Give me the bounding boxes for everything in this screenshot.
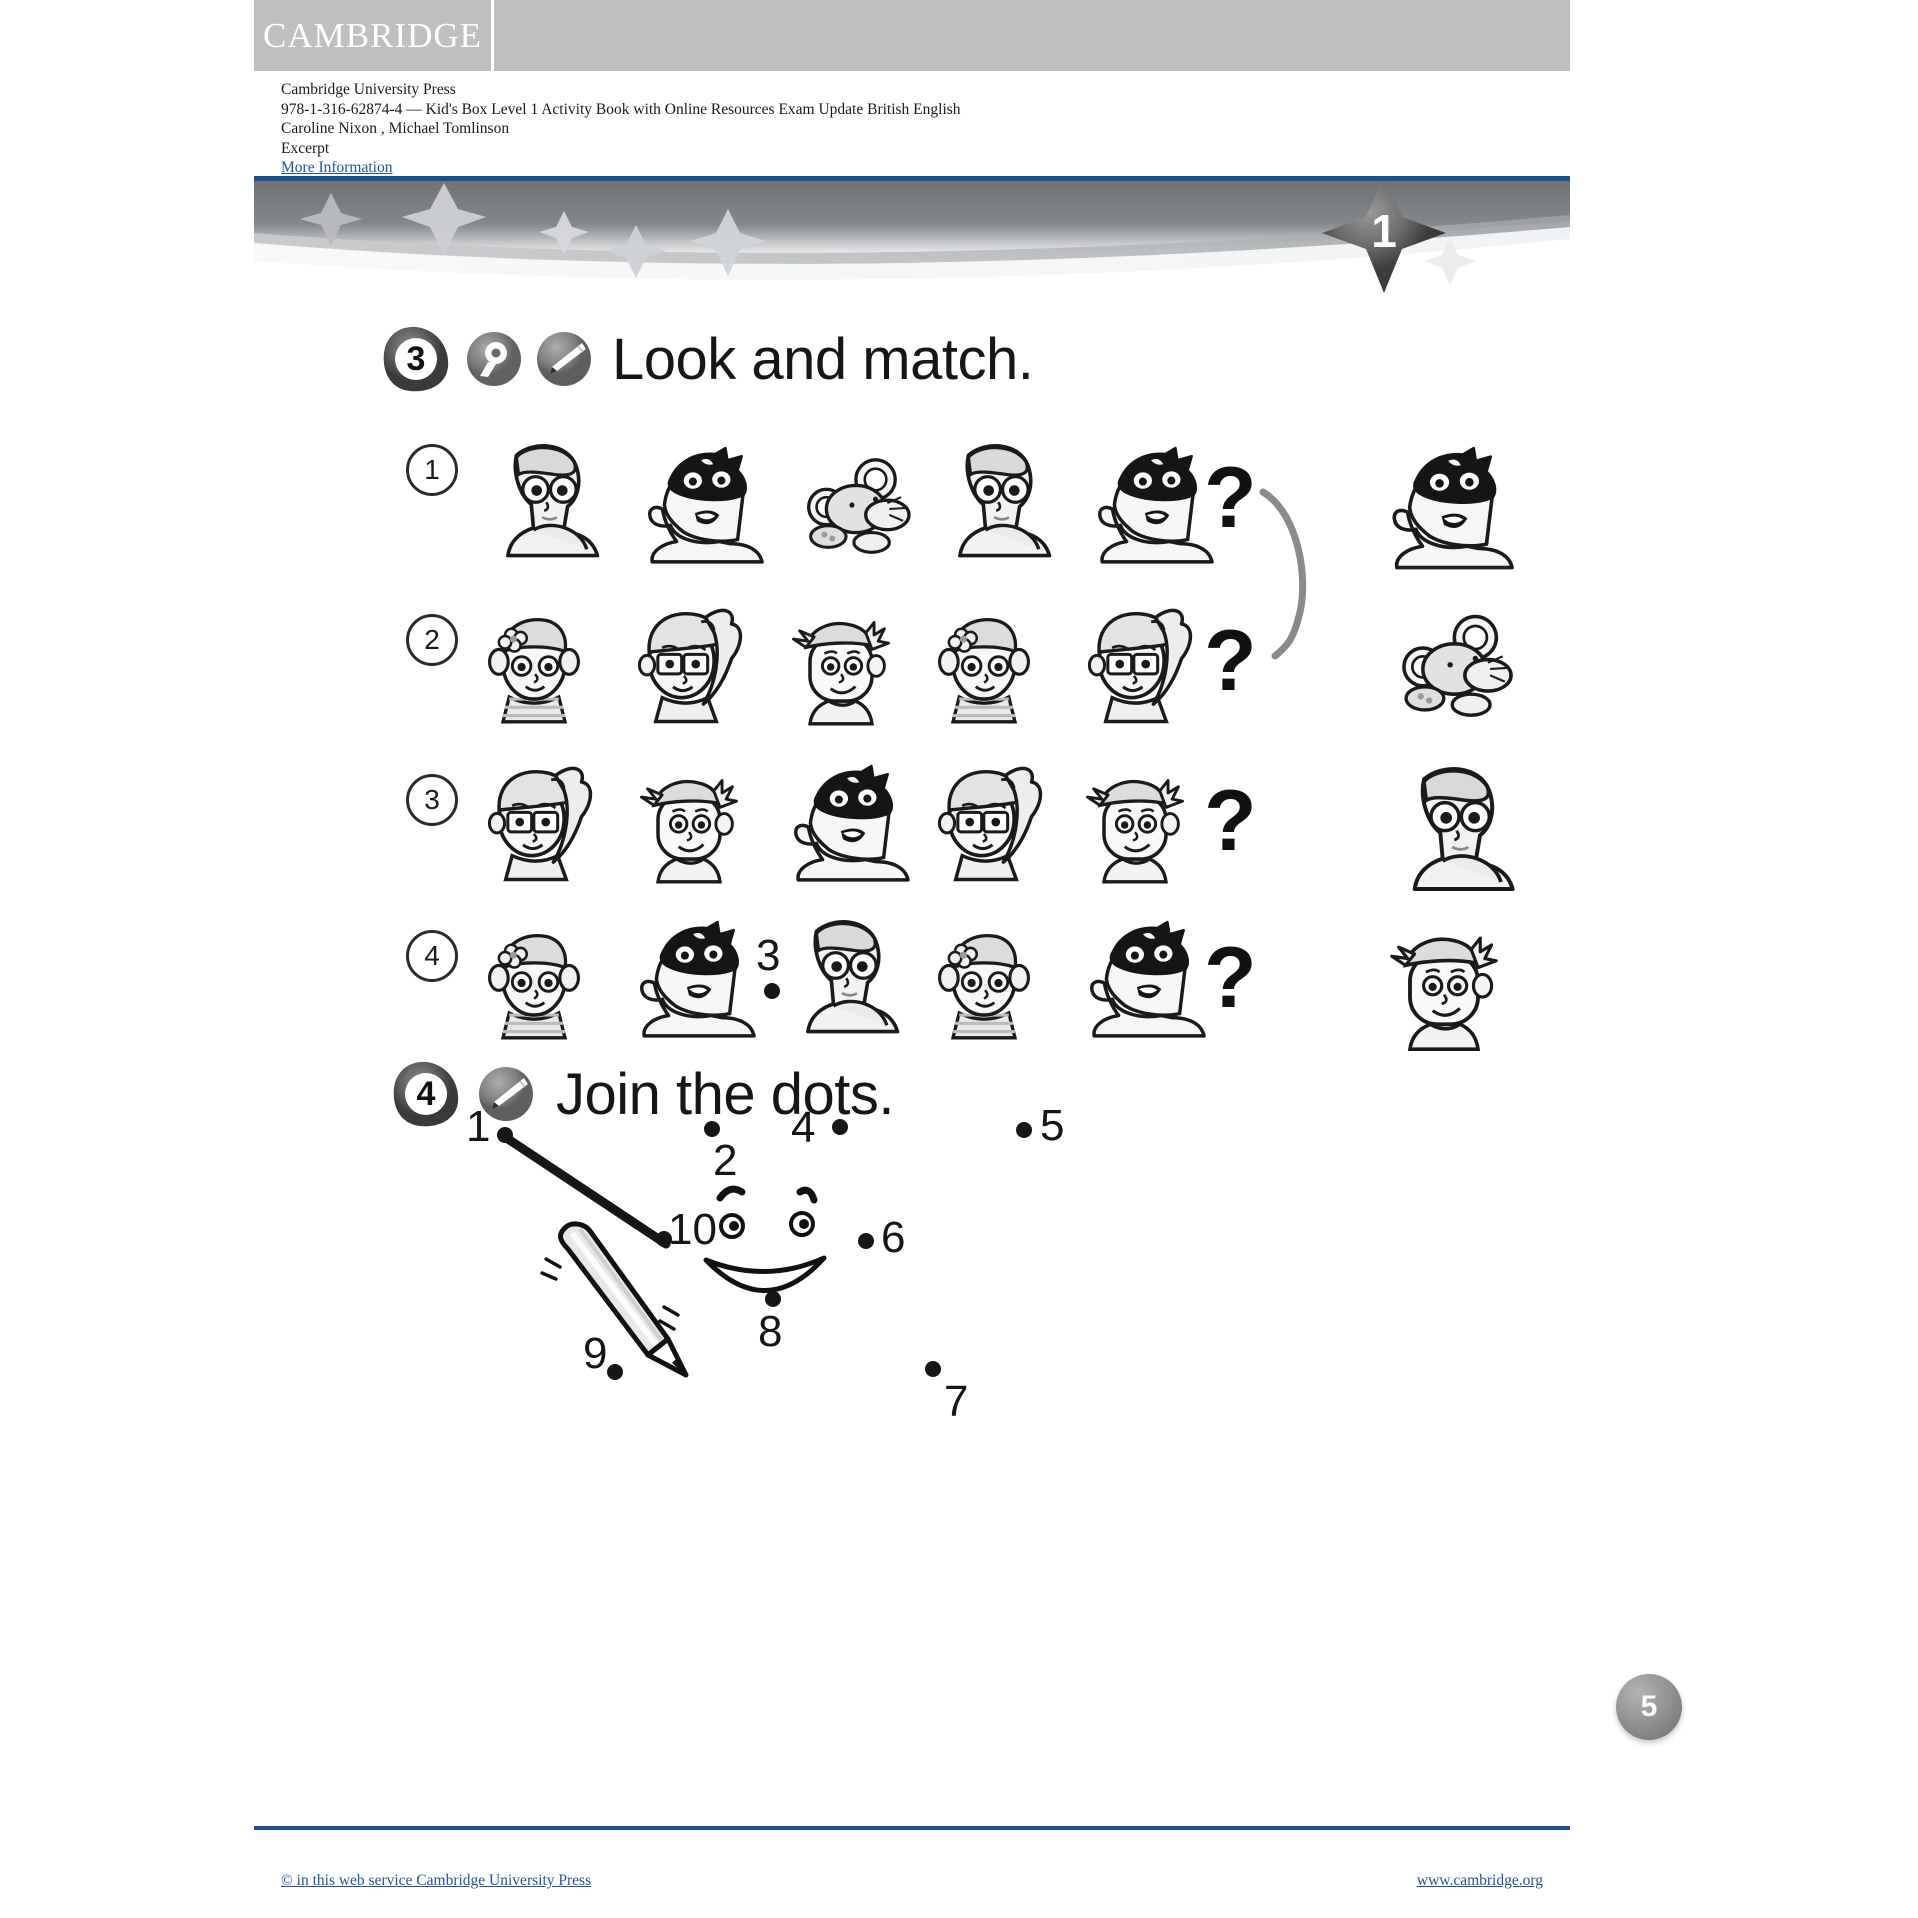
exercise-4-number-badge: 4 — [390, 1060, 462, 1128]
isbn-title-line: 978-1-316-62874-4 — Kid's Box Level 1 Ac… — [281, 100, 961, 118]
dot-label-8: 8 — [758, 1307, 783, 1356]
publisher-name: Cambridge University Press — [281, 81, 456, 98]
dot-label-3: 3 — [756, 931, 781, 980]
dot-label-9: 9 — [583, 1329, 608, 1378]
match-figure-girl-flower — [470, 920, 598, 1044]
match-question-mark-row4: ? — [1204, 930, 1257, 1026]
match-row-label-2: 2 — [406, 614, 458, 666]
match-figure-masked-dog — [632, 446, 768, 568]
match-figure-masked-dog — [778, 764, 914, 886]
match-figure-masked-dog — [1074, 920, 1210, 1042]
magnifier-icon — [466, 331, 522, 387]
footer-rule — [254, 1826, 1570, 1830]
match-figure-mouse — [782, 450, 916, 568]
banner-graphic: 1 — [254, 181, 1570, 311]
drawn-dot-line-1-to-10 — [503, 1134, 671, 1249]
match-figure-girl-flower — [920, 920, 1048, 1044]
dot-7[interactable] — [925, 1361, 941, 1377]
dot-5[interactable] — [1016, 1122, 1032, 1138]
drawn-match-line — [1259, 488, 1307, 660]
match-figure-masked-dog — [1082, 446, 1218, 568]
match-figure-boy — [1072, 764, 1198, 888]
exercise-3-number: 3 — [406, 339, 426, 378]
answer-option-boy[interactable] — [1374, 920, 1514, 1056]
unit-banner: 1 — [254, 181, 1570, 311]
cambridge-logo: CAMBRIDGE — [254, 0, 494, 71]
match-question-mark-row3: ? — [1204, 773, 1257, 869]
answer-option-masked-dog[interactable] — [1374, 446, 1520, 574]
dot-6[interactable] — [858, 1233, 874, 1249]
match-question-mark-row1: ? — [1204, 450, 1257, 546]
match-row-label-3: 3 — [406, 774, 458, 826]
dot-3[interactable] — [764, 983, 780, 999]
exercise-4-header: 4 Join the dots. — [390, 1060, 895, 1128]
exercise-3-header: 3 Look and match. — [380, 325, 1034, 393]
match-figure-woman-glasses — [778, 910, 906, 1038]
dot-8[interactable] — [765, 1291, 781, 1307]
match-figure-girl-ponytail — [470, 756, 602, 886]
match-figure-woman-glasses — [930, 434, 1058, 562]
exercise-4-title: Join the dots. — [556, 1061, 895, 1127]
match-figure-girl-flower — [470, 604, 598, 728]
page-number: 5 — [1640, 1690, 1658, 1723]
exercise-4-number: 4 — [416, 1074, 436, 1113]
pencil-icon — [536, 331, 592, 387]
section-label: Excerpt — [281, 139, 330, 157]
copyright-link[interactable]: © in this web service Cambridge Universi… — [281, 1872, 591, 1890]
dot-1[interactable] — [497, 1127, 513, 1143]
match-question-mark-row2: ? — [1204, 613, 1257, 709]
dot-9[interactable] — [607, 1364, 623, 1380]
publisher-bar: CAMBRIDGE — [254, 0, 1570, 71]
dot-label-7: 7 — [944, 1377, 969, 1426]
match-row-label-1: 1 — [406, 444, 458, 496]
page-number-badge: 5 — [1616, 1674, 1682, 1740]
answer-option-mouse[interactable] — [1374, 606, 1520, 732]
more-information-link[interactable]: More Information — [281, 159, 392, 176]
match-figure-masked-dog — [624, 920, 760, 1042]
match-figure-woman-glasses — [478, 434, 606, 562]
match-row-label-4: 4 — [406, 930, 458, 982]
page-footer: © in this web service Cambridge Universi… — [281, 1872, 1543, 1890]
exercise-3-title: Look and match. — [612, 326, 1034, 392]
match-figure-girl-ponytail — [1070, 598, 1202, 728]
authors-line: Caroline Nixon , Michael Tomlinson — [281, 120, 510, 137]
match-figure-girl-flower — [920, 604, 1048, 728]
match-figure-girl-ponytail — [620, 598, 752, 728]
pencil-illustration — [540, 1221, 689, 1378]
unit-number: 1 — [1371, 205, 1397, 257]
website-link[interactable]: www.cambridge.org — [1417, 1872, 1543, 1890]
dot-label-5: 5 — [1040, 1101, 1065, 1150]
answer-option-woman-glasses[interactable] — [1382, 756, 1522, 896]
dot-10[interactable] — [656, 1231, 672, 1247]
match-figure-boy — [778, 606, 904, 730]
cambridge-logo-text: CAMBRIDGE — [262, 16, 483, 55]
exercise-3-number-badge: 3 — [380, 325, 452, 393]
smiley-face-outline — [703, 1185, 827, 1293]
dot-label-10: 10 — [668, 1205, 717, 1254]
dot-label-6: 6 — [881, 1213, 906, 1262]
pencil-icon — [478, 1066, 534, 1122]
match-figure-girl-ponytail — [920, 756, 1052, 886]
dot-label-2: 2 — [713, 1136, 738, 1185]
bibliographic-block: Cambridge University Press 978-1-316-628… — [281, 80, 1481, 178]
match-figure-boy — [626, 764, 752, 888]
